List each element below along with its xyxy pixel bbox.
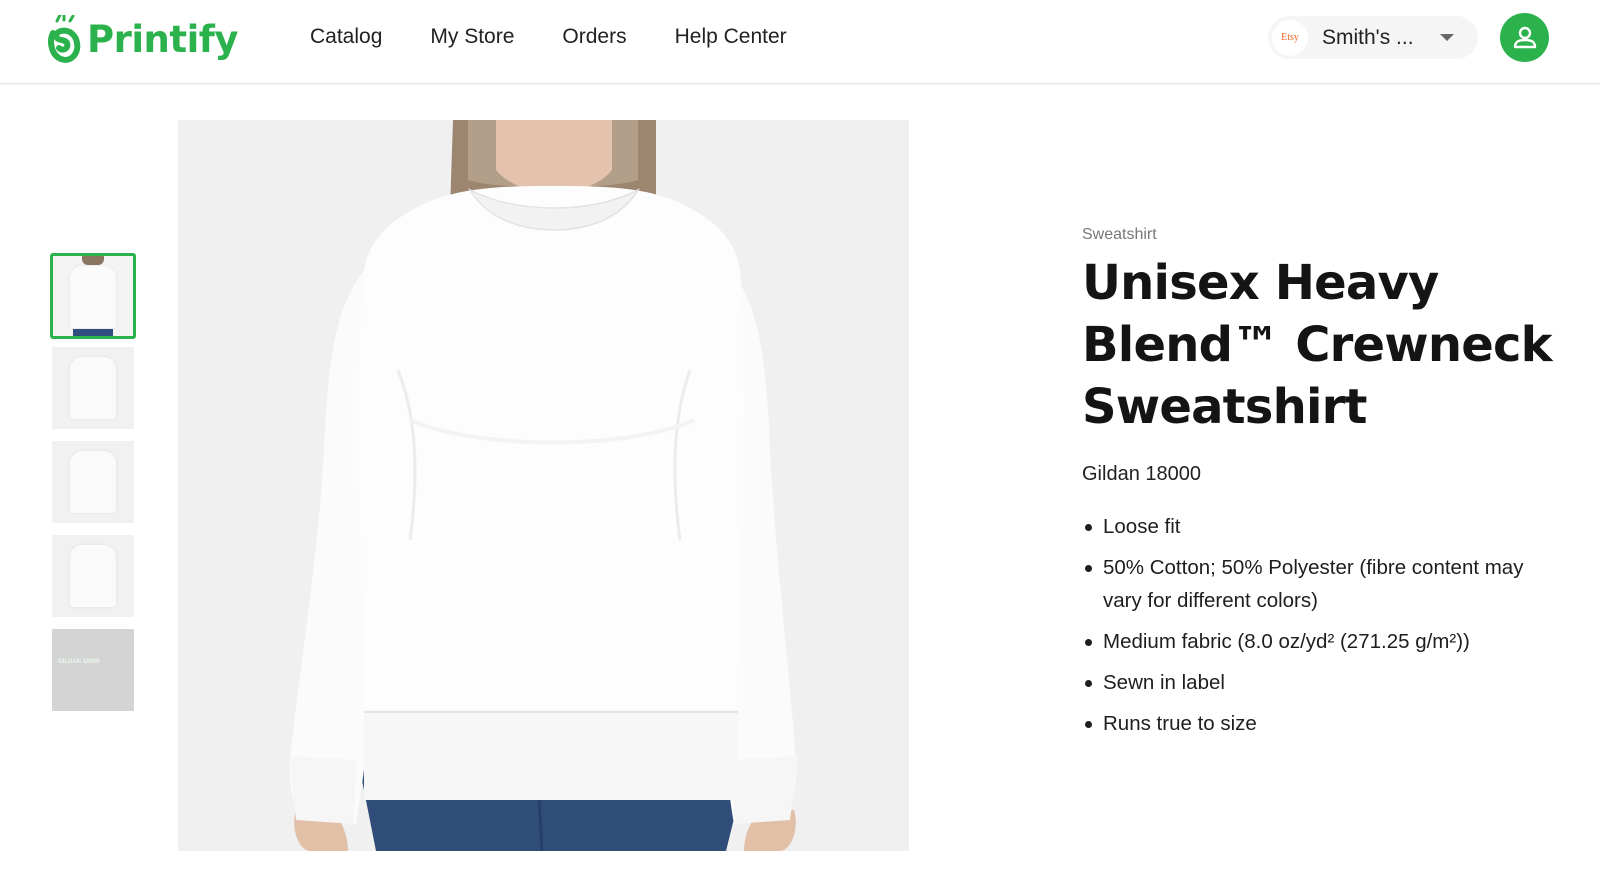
nav-help-center[interactable]: Help Center bbox=[675, 22, 787, 52]
thumbnail-flat-back[interactable] bbox=[52, 441, 134, 523]
feature-item: Sewn in label bbox=[1082, 666, 1562, 699]
user-icon bbox=[1513, 26, 1536, 48]
nav-my-store[interactable]: My Store bbox=[430, 22, 514, 52]
top-header: Printify Catalog My Store Orders Help Ce… bbox=[0, 0, 1600, 84]
product-main-image bbox=[178, 120, 909, 851]
etsy-store-icon: Etsy bbox=[1272, 19, 1308, 56]
feature-item: Medium fabric (8.0 oz/yd² (271.25 g/m²)) bbox=[1082, 625, 1562, 658]
thumbnail-flat-side[interactable] bbox=[52, 535, 134, 617]
product-category: Sweatshirt bbox=[1082, 226, 1157, 243]
brand-name: Printify bbox=[87, 17, 238, 61]
thumbnail-hair bbox=[82, 256, 104, 265]
chevron-down-icon bbox=[1440, 34, 1454, 41]
thumbnail-label: GILDAN 18000 bbox=[58, 659, 100, 665]
feature-item: 50% Cotton; 50% Polyester (fibre content… bbox=[1082, 551, 1562, 617]
printify-logo[interactable]: Printify bbox=[47, 14, 238, 64]
thumbnail-sweatshirt bbox=[70, 451, 116, 513]
store-selector[interactable]: Etsy Smith's ... bbox=[1268, 16, 1478, 59]
account-button[interactable] bbox=[1500, 13, 1549, 62]
feature-item: Loose fit bbox=[1082, 510, 1562, 543]
store-name: Smith's ... bbox=[1322, 25, 1414, 49]
thumbnail-jeans bbox=[73, 329, 113, 336]
product-info: Sweatshirt Unisex Heavy Blend™ Crewneck … bbox=[1082, 224, 1562, 748]
thumbnail-size-chart[interactable]: GILDAN 18000 bbox=[52, 629, 134, 711]
thumbnail-list: GILDAN 18000 bbox=[50, 253, 136, 723]
printify-logo-icon bbox=[48, 15, 81, 63]
main-nav: Catalog My Store Orders Help Center bbox=[310, 22, 787, 52]
product-title: Unisex Heavy Blend™ Crewneck Sweatshirt bbox=[1082, 255, 1553, 435]
thumbnail-sweatshirt bbox=[70, 266, 116, 328]
nav-orders[interactable]: Orders bbox=[562, 22, 626, 52]
sweatshirt-photo bbox=[178, 120, 909, 851]
thumbnail-sweatshirt bbox=[70, 357, 116, 419]
feature-item: Runs true to size bbox=[1082, 707, 1562, 740]
thumbnail-sweatshirt bbox=[70, 545, 116, 607]
feature-list: Loose fit 50% Cotton; 50% Polyester (fib… bbox=[1082, 510, 1562, 740]
product-model: Gildan 18000 bbox=[1082, 463, 1201, 485]
nav-catalog[interactable]: Catalog bbox=[310, 22, 382, 52]
thumbnail-model-front[interactable] bbox=[50, 253, 136, 339]
thumbnail-flat-front[interactable] bbox=[52, 347, 134, 429]
